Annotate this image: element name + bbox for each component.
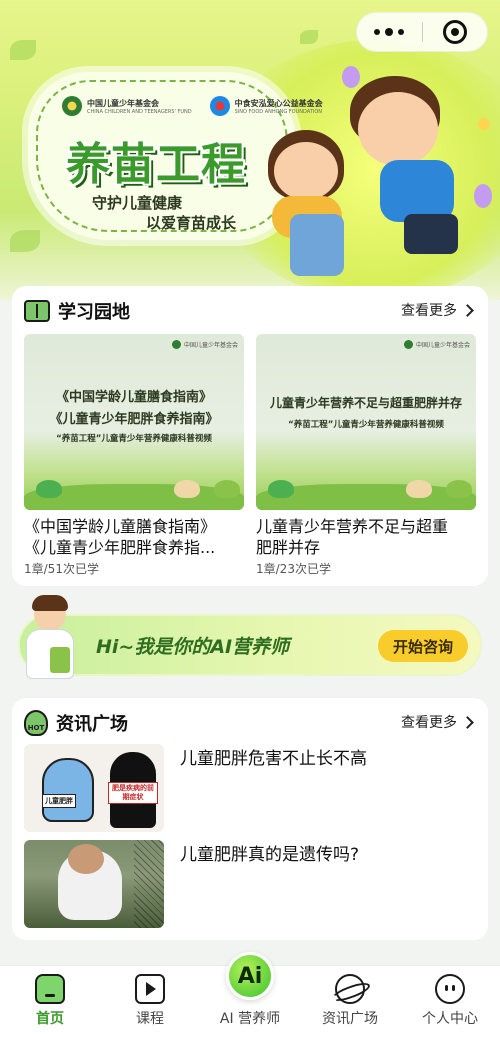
news-see-more-link[interactable]: 查看更多 [401,712,474,732]
thumb-tag: 肥是疾病的前期症状 [108,782,158,804]
course-title-line1: 《中国学龄儿童膳食指南》 [24,517,217,536]
news-list-item[interactable]: 儿童肥胖真的是遗传吗? [24,840,474,930]
balloon-icon [342,66,360,88]
study-section: 学习园地 查看更多 中国儿童少年基金会 《中国学龄儿童膳食指南》 《儿童青少年肥… [12,286,488,586]
thumb-subtitle: “养苗工程”儿童青少年营养健康科普视频 [288,420,444,430]
org-logo-sfa: 中食安泓爱心公益基金会 SINO FOOD ANHONG FOUNDATION [209,96,323,116]
miniprogram-capsule [356,12,488,52]
leaf-decoration [10,230,40,252]
bottom-tab-bar: 首页 课程 AI 营养师 Ai 资讯广场 个人中心 [0,952,500,1037]
hero-slogan-line1: 守护儿童健康 [92,194,183,212]
news-section-title: 资讯广场 [56,714,128,735]
news-title: 儿童肥胖危害不止长不高 [180,749,367,769]
potato-icon [174,480,200,498]
home-icon [35,974,65,1004]
chevron-right-icon [461,304,474,317]
more-menu-button[interactable] [357,12,422,52]
doctor-hair [32,595,68,611]
close-miniprogram-button[interactable] [423,12,488,52]
tab-label: 个人中心 [422,1011,478,1027]
tab-label: 课程 [136,1011,164,1027]
news-title: 儿童肥胖真的是遗传吗? [180,845,360,865]
potato-icon [406,480,432,498]
broccoli-icon [214,480,240,498]
thumb-tag: 儿童肥胖 [42,794,76,808]
book-icon [24,300,50,322]
ccf-emblem-icon [62,96,82,116]
clipboard-icon [50,647,70,673]
tab-label: 资讯广场 [322,1011,378,1027]
course-thumbnail: 中国儿童少年基金会 《中国学龄儿童膳食指南》 《儿童青少年肥胖食养指南》 “养苗… [24,334,244,510]
course-title-line2: 肥胖并存 [256,538,321,557]
org2-name: 中食安泓爱心公益基金会 [234,98,323,108]
sfa-emblem-icon [209,96,230,116]
doctor-avatar [20,595,80,681]
balloon-icon [474,184,492,208]
see-more-label: 查看更多 [401,303,457,319]
target-icon [442,20,467,44]
course-title: 儿童青少年营养不足与超重 肥胖并存 [256,516,476,558]
thumb-title-line1: 儿童青少年营养不足与超重肥胖并存 [269,396,462,410]
tab-label: AI 营养师 [219,1011,281,1027]
course-card[interactable]: 中国儿童少年基金会 儿童青少年营养不足与超重肥胖并存 “养苗工程”儿童青少年营养… [256,334,476,577]
goal-net [134,840,164,928]
org1-name: 中国儿童少年基金会 [87,98,159,108]
play-icon [135,974,165,1004]
dot-icon [398,29,405,35]
leaf-decoration [300,30,318,44]
course-card[interactable]: 中国儿童少年基金会 《中国学龄儿童膳食指南》 《儿童青少年肥胖食养指南》 “养苗… [24,334,244,577]
org-logo-ccf: 中国儿童少年基金会 CHINA CHILDREN AND TEENAGERS' … [62,96,192,116]
tab-profile[interactable]: 个人中心 [410,974,490,1028]
tab-news[interactable]: 资讯广场 [310,974,390,1028]
chevron-right-icon [461,716,474,729]
news-thumbnail: 儿童肥胖 肥是疾病的前期症状 [24,744,164,832]
tab-home[interactable]: 首页 [10,974,90,1028]
tab-label: 首页 [36,1011,64,1027]
dot-icon [385,28,394,36]
thumb-subtitle: “养苗工程”儿童青少年营养健康科普视频 [56,434,212,444]
balloon-icon [478,118,490,130]
face-icon [435,974,465,1004]
org1-name-en: CHINA CHILDREN AND TEENAGERS' FUND [87,108,192,115]
cabbage-icon [268,480,294,498]
broccoli-icon [446,480,472,498]
thumb-title-line1: 《中国学龄儿童膳食指南》 [55,390,212,405]
hot-flame-icon: HOT [24,710,48,736]
course-thumbnail: 中国儿童少年基金会 儿童青少年营养不足与超重肥胖并存 “养苗工程”儿童青少年营养… [256,334,476,510]
course-meta: 1章/51次已学 [24,562,99,576]
cabbage-icon [36,480,62,498]
course-title-line2: 《儿童青少年肥胖食养指... [24,538,216,557]
obese-child-illustration [42,758,94,822]
tab-courses[interactable]: 课程 [110,974,190,1028]
news-section-header: HOT 资讯广场 [24,710,128,736]
news-section: HOT 资讯广场 查看更多 儿童肥胖 肥是疾病的前期症状 儿童肥胖危害不止长不高… [12,698,488,940]
partner-logos: 中国儿童少年基金会 CHINA CHILDREN AND TEENAGERS' … [62,96,323,116]
thumb-org-logo: 中国儿童少年基金会 [172,340,238,349]
ai-fab-icon[interactable]: Ai [226,952,274,1000]
dot-icon [374,29,381,35]
news-thumbnail [24,840,164,928]
course-title: 《中国学龄儿童膳食指南》 《儿童青少年肥胖食养指... [24,516,244,558]
hero-title: 养苗工程 [66,139,246,190]
child-photo-head [68,844,104,874]
org2-name-en: SINO FOOD ANHONG FOUNDATION [234,108,322,115]
ai-banner-text: Hi~我是你的AI营养师 [96,636,290,658]
leaf-decoration [10,40,36,60]
news-list-item[interactable]: 儿童肥胖 肥是疾病的前期症状 儿童肥胖危害不止长不高 [24,744,474,834]
study-section-title: 学习园地 [58,302,130,323]
hero-banner[interactable]: 中国儿童少年基金会 CHINA CHILDREN AND TEENAGERS' … [0,0,500,300]
hot-label: HOT [27,724,45,732]
study-see-more-link[interactable]: 查看更多 [401,300,474,320]
thumb-org-logo: 中国儿童少年基金会 [404,340,470,349]
course-title-line1: 儿童青少年营养不足与超重 [256,517,449,536]
planet-icon [335,974,365,1004]
study-section-header: 学习园地 [24,298,130,324]
see-more-label: 查看更多 [401,715,457,731]
hero-slogan-line2: 以爱育苗成长 [146,214,237,232]
start-consult-button[interactable]: 开始咨询 [378,630,468,662]
thumb-title-line2: 《儿童青少年肥胖食养指南》 [49,412,219,427]
course-meta: 1章/23次已学 [256,562,331,576]
